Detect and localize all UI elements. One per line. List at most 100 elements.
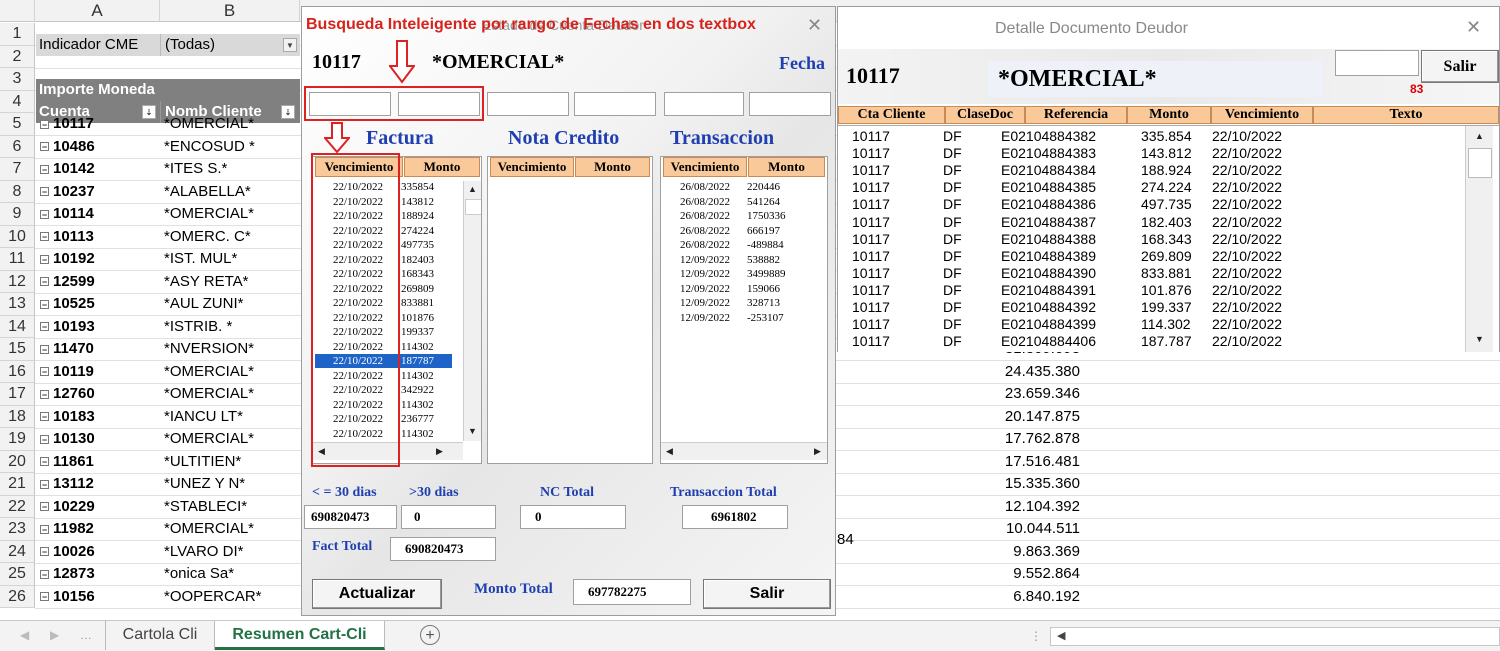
scroll-left-icon[interactable]: ◀: [1057, 629, 1065, 642]
row-header[interactable]: 21: [0, 473, 35, 496]
client-name-cell[interactable]: *OMERCIAL*: [164, 383, 300, 405]
pivot-account-cell[interactable]: −10130: [40, 428, 160, 450]
collapse-icon[interactable]: −: [40, 412, 49, 422]
pivot-account-cell[interactable]: −10113: [40, 226, 160, 248]
client-name-cell[interactable]: *OMERCIAL*: [164, 361, 300, 383]
trans-hasta-input[interactable]: [749, 92, 831, 116]
collapse-icon[interactable]: −: [40, 389, 49, 399]
transaccion-row[interactable]: 26/08/2022 -489884: [663, 238, 784, 252]
scroll-down-icon[interactable]: ▼: [1471, 331, 1488, 348]
salir-button[interactable]: Salir: [703, 579, 831, 609]
collapse-icon[interactable]: −: [40, 457, 49, 467]
detail-row[interactable]: 10117 DF E02104884386 497.735 22/10/2022: [838, 196, 1458, 213]
amount-cell[interactable]: 9.863.369: [960, 541, 1080, 563]
transaccion-listbox[interactable]: Vencimiento Monto 26/08/2022 220446 26/08/…: [660, 156, 828, 464]
detail-salir-button[interactable]: Salir: [1421, 50, 1499, 83]
detail-row[interactable]: 10117 DF E02104884383 143.812 22/10/2022: [838, 145, 1458, 162]
collapse-icon[interactable]: −: [40, 569, 49, 579]
row-header[interactable]: 5: [0, 113, 35, 136]
client-name-cell[interactable]: *ALABELLA*: [164, 181, 300, 203]
detail-row[interactable]: 10117 DF E02104884399 114.302 22/10/2022: [838, 316, 1458, 333]
close-icon[interactable]: ✕: [1466, 17, 1481, 38]
pivot-account-cell[interactable]: −10119: [40, 361, 160, 383]
horizontal-scrollbar[interactable]: ◀: [1050, 627, 1500, 646]
collapse-icon[interactable]: −: [40, 232, 49, 242]
client-name-cell[interactable]: *ISTRIB. *: [164, 316, 300, 338]
client-name-cell[interactable]: *STABLECI*: [164, 496, 300, 518]
row-header[interactable]: 1: [0, 23, 35, 46]
col-monto[interactable]: Monto: [1127, 106, 1211, 124]
amount-cell[interactable]: 20.147.875: [960, 406, 1080, 428]
pivot-account-cell[interactable]: −10156: [40, 586, 160, 608]
amount-cell[interactable]: 15.335.360: [960, 473, 1080, 495]
nc-total-field[interactable]: 0: [520, 505, 626, 529]
amount-cell[interactable]: 17.762.878: [960, 428, 1080, 450]
pivot-account-cell[interactable]: −10193: [40, 316, 160, 338]
collapse-icon[interactable]: −: [40, 479, 49, 489]
row-header[interactable]: 3: [0, 68, 35, 91]
detail-row[interactable]: 10117 DF E02104884392 199.337 22/10/2022: [838, 299, 1458, 316]
trans-horizontal-scrollbar[interactable]: ◀ ▶: [661, 442, 827, 460]
trans-col-monto[interactable]: Monto: [748, 157, 825, 177]
collapse-icon[interactable]: −: [40, 299, 49, 309]
scroll-right-icon[interactable]: ▶: [431, 443, 448, 460]
transaccion-row[interactable]: 26/08/2022 541264: [663, 195, 780, 209]
transaccion-row[interactable]: 26/08/2022 1750336: [663, 209, 786, 223]
scroll-right-icon[interactable]: ▶: [809, 443, 826, 460]
row-header[interactable]: 11: [0, 248, 35, 271]
collapse-icon[interactable]: −: [40, 322, 49, 332]
pivot-account-cell[interactable]: −10114: [40, 203, 160, 225]
row-header[interactable]: 9: [0, 203, 35, 226]
row-header[interactable]: 24: [0, 540, 35, 563]
pivot-account-cell[interactable]: −10525: [40, 293, 160, 315]
client-name-cell[interactable]: *OMERCIAL*: [164, 518, 300, 540]
client-name-cell[interactable]: *OMERC. C*: [164, 226, 300, 248]
amount-cell[interactable]: 12.104.392: [960, 496, 1080, 518]
collapse-icon[interactable]: −: [40, 434, 49, 444]
collapse-icon[interactable]: −: [40, 277, 49, 287]
pivot-account-cell[interactable]: −12873: [40, 563, 160, 585]
row-header[interactable]: 2: [0, 45, 35, 68]
detail-row[interactable]: 10117 DF E02104884406 187.787 22/10/2022: [838, 333, 1458, 350]
collapse-icon[interactable]: −: [40, 187, 49, 197]
pivot-account-cell[interactable]: −13112: [40, 473, 160, 495]
detail-row[interactable]: 10117 DF E02104884389 269.809 22/10/2022: [838, 248, 1458, 265]
client-name-cell[interactable]: *OMERCIAL*: [164, 428, 300, 450]
col-cta-cliente[interactable]: Cta Cliente: [838, 106, 945, 124]
row-header[interactable]: 15: [0, 338, 35, 361]
total-gt30-dias-field[interactable]: 0: [401, 505, 496, 529]
pivot-account-cell[interactable]: −10237: [40, 181, 160, 203]
transaccion-row[interactable]: 12/09/2022 159066: [663, 282, 780, 296]
add-sheet-icon[interactable]: +: [420, 625, 440, 645]
select-all-corner[interactable]: [0, 0, 35, 22]
amount-cell[interactable]: 6.840.192: [960, 586, 1080, 608]
row-header[interactable]: 26: [0, 585, 35, 608]
client-name-cell[interactable]: *IST. MUL*: [164, 248, 300, 270]
tab-scroll-right-icon[interactable]: ▶: [50, 628, 59, 642]
client-name-cell[interactable]: *ASY RETA*: [164, 271, 300, 293]
collapse-icon[interactable]: −: [40, 164, 49, 174]
factura-col-monto[interactable]: Monto: [404, 157, 480, 177]
collapse-icon[interactable]: −: [40, 367, 49, 377]
row-header[interactable]: 7: [0, 158, 35, 181]
row-header[interactable]: 6: [0, 135, 35, 158]
row-header[interactable]: 23: [0, 518, 35, 541]
pivot-account-cell[interactable]: −11470: [40, 338, 160, 360]
row-header[interactable]: 16: [0, 360, 35, 383]
nc-desde-input[interactable]: [487, 92, 569, 116]
pivot-account-cell[interactable]: −12599: [40, 271, 160, 293]
transaccion-row[interactable]: 12/09/2022 3499889: [663, 267, 786, 281]
filter-value[interactable]: (Todas) ▼: [160, 34, 300, 56]
monto-total-field[interactable]: 697782275: [573, 579, 691, 605]
fact-total-field[interactable]: 690820473: [390, 537, 496, 561]
row-header[interactable]: 25: [0, 563, 35, 586]
client-name-cell[interactable]: *NVERSION*: [164, 338, 300, 360]
detail-row[interactable]: 10117 DF E02104884387 182.403 22/10/2022: [838, 214, 1458, 231]
client-name-cell[interactable]: *UNEZ Y N*: [164, 473, 300, 495]
nc-col-monto[interactable]: Monto: [575, 157, 650, 177]
client-name-cell[interactable]: *IANCU LT*: [164, 406, 300, 428]
client-name-cell[interactable]: *OMERCIAL*: [164, 203, 300, 225]
client-name-cell[interactable]: *LVARO DI*: [164, 541, 300, 563]
detail-row[interactable]: 10117 DF E02104884388 168.343 22/10/2022: [838, 231, 1458, 248]
detail-row[interactable]: 10117 DF E02104884385 274.224 22/10/2022: [838, 179, 1458, 196]
